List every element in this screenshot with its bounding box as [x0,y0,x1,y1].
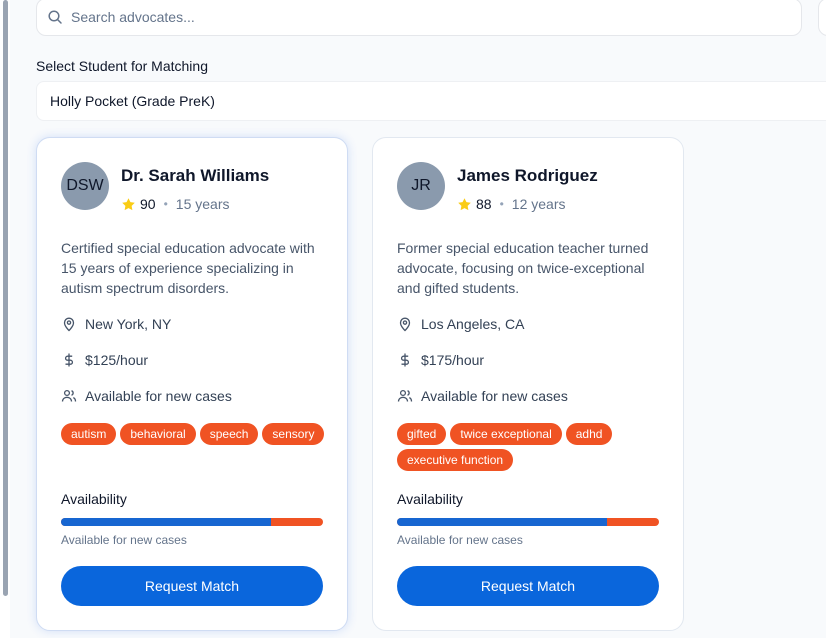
search-input[interactable] [71,9,751,25]
request-match-button[interactable]: Request Match [61,566,323,606]
avatar: JR [397,162,445,210]
advocate-description: Former special education teacher turned … [397,240,649,296]
tag: behavioral [120,423,196,445]
tag: autism [61,423,117,445]
rate-text: $175/hour [421,352,485,368]
rate-text: $125/hour [85,352,149,368]
page-scrollbar[interactable] [0,0,10,638]
tag: sensory [262,423,325,445]
availability-bar [397,518,659,526]
dollar-icon [400,353,410,367]
availability-fill [61,518,271,526]
tag: speech [199,423,259,445]
rating-value: 90 [140,196,156,212]
specialty-tags: autism behavioral speech sensory [61,423,333,445]
tag: adhd [565,423,613,445]
status-text: Available for new cases [85,388,232,404]
status-row: Available for new cases [397,388,568,404]
location-pin-icon [399,317,411,332]
advocate-meta: 88 • 12 years [457,196,565,212]
filter-button[interactable] [818,0,826,36]
availability-text: Available for new cases [397,533,523,547]
student-select[interactable]: Holly Pocket (Grade PreK) [36,81,826,121]
advocate-name: James Rodriguez [457,166,598,185]
location-row: Los Angeles, CA [397,316,525,332]
rate-row: $175/hour [397,352,484,368]
tag: twice exceptional [450,423,562,445]
availability-title: Availability [397,491,463,507]
student-select-label: Select Student for Matching [36,58,208,74]
location-pin-icon [63,317,75,332]
users-icon [397,389,413,402]
status-row: Available for new cases [61,388,232,404]
avatar: DSW [61,162,109,210]
tag: executive function [397,449,514,471]
experience-years: 12 years [511,196,566,212]
search-bar[interactable] [36,0,802,36]
search-icon [48,10,62,24]
specialty-tags: gifted twice exceptional adhd executive … [397,423,669,471]
availability-fill [397,518,607,526]
dollar-icon [64,353,74,367]
star-icon [122,197,135,210]
advocate-description: Certified special education advocate wit… [61,240,315,296]
advocate-meta: 90 • 15 years [121,196,229,212]
location-text: Los Angeles, CA [421,316,525,332]
location-row: New York, NY [61,316,171,332]
rate-row: $125/hour [61,352,148,368]
request-match-button[interactable]: Request Match [397,566,659,606]
status-text: Available for new cases [421,388,568,404]
star-icon [458,197,471,210]
advocate-name: Dr. Sarah Williams [121,166,270,185]
availability-text: Available for new cases [61,533,187,547]
scrollbar-thumb[interactable] [3,0,8,596]
location-text: New York, NY [85,316,172,332]
separator-dot: • [163,197,168,211]
advocate-card: JR James Rodriguez 88 • 12 years Former … [372,137,684,631]
tag: gifted [397,423,447,445]
users-icon [61,389,77,402]
availability-title: Availability [61,491,127,507]
rating-value: 88 [476,196,492,212]
experience-years: 15 years [175,196,230,212]
separator-dot: • [499,197,504,211]
availability-bar [61,518,323,526]
advocate-card: DSW Dr. Sarah Williams 90 • 15 years Cer… [36,137,348,631]
